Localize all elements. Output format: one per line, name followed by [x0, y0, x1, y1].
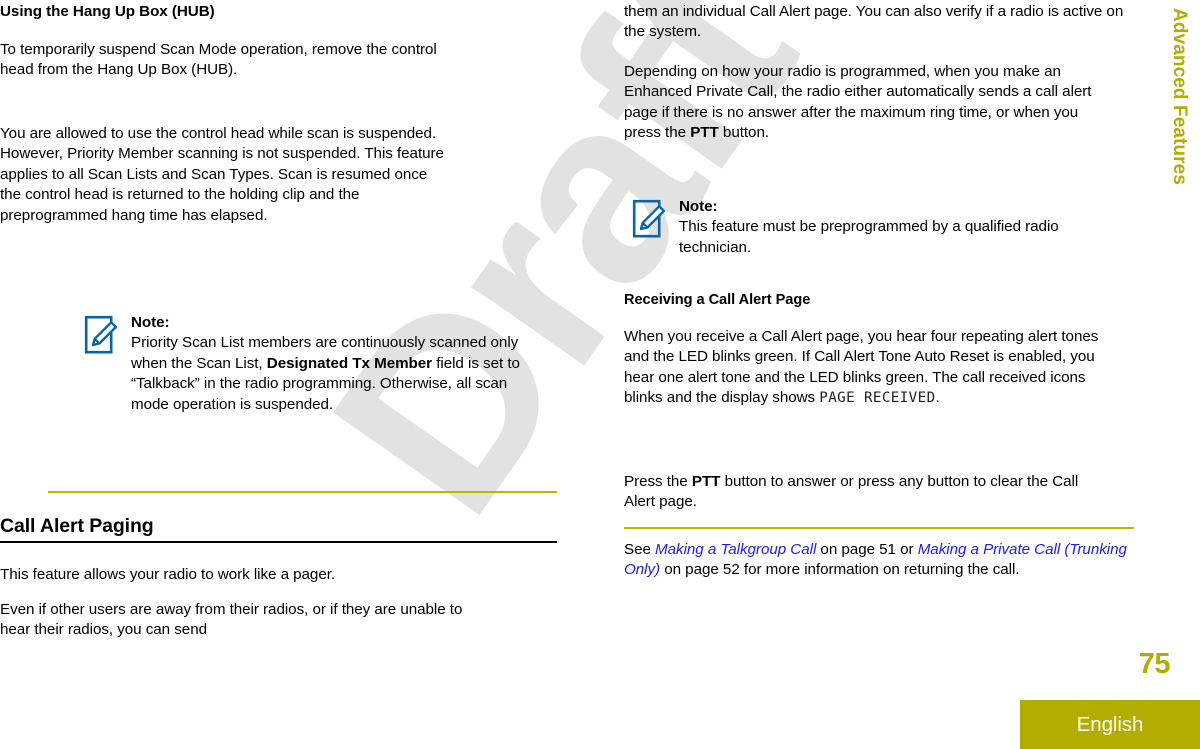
left-section-paragraph-1: This feature allows your radio to work l…: [0, 566, 336, 583]
right-paragraph-3: When you receive a Call Alert page, you …: [624, 327, 1124, 409]
note-text-left-bold: Designated Tx Member: [266, 354, 433, 372]
page-number: 75: [1138, 648, 1171, 680]
right-paragraph-continued: them an individual Call Alert page. You …: [624, 3, 1124, 41]
note-box-left: Note: Priority Scan List members are con…: [84, 313, 534, 415]
page-footer: 75 English: [0, 629, 1200, 749]
right-paragraph-4: Press the PTT button to answer or press …: [624, 472, 1094, 513]
side-tab-advanced-features: Advanced Features: [1160, 0, 1200, 280]
call-alert-paging-underline: [0, 541, 557, 544]
xref-making-a-talkgroup-call[interactable]: Making a Talkgroup Call: [655, 541, 816, 558]
see-also-mid-1: on page 51 or: [816, 541, 918, 558]
olive-divider-right: [624, 527, 1134, 529]
see-also-prefix: See: [624, 541, 656, 558]
right-paragraph-2-part2: button.: [718, 124, 770, 142]
left-paragraph-1: To temporarily suspend Scan Mode operati…: [0, 41, 437, 79]
note-pencil-icon: [632, 199, 666, 239]
language-bar: English: [1020, 700, 1200, 749]
note-text-right: This feature must be preprogrammed by a …: [679, 218, 1059, 256]
language-label: English: [1076, 713, 1144, 736]
side-tab-label: Advanced Features: [1169, 8, 1190, 185]
olive-divider-left: [48, 491, 557, 493]
left-paragraph-2: You are allowed to use the control head …: [0, 125, 444, 224]
ptt-bold-2: PTT: [691, 473, 721, 490]
call-alert-paging-heading-block: Call Alert Paging: [0, 515, 560, 544]
call-alert-paging-title: Call Alert Paging: [0, 515, 154, 537]
display-text-page-received: PAGE RECEIVED: [819, 390, 936, 407]
receiving-call-alert-page-heading: Receiving a Call Alert Page: [624, 292, 811, 308]
note-label-left: Note:: [131, 314, 170, 331]
note-body-right: Note: This feature must be preprogrammed…: [679, 197, 1072, 258]
note-label-right: Note:: [679, 198, 718, 215]
right-paragraph-2: Depending on how your radio is programme…: [624, 62, 1116, 144]
see-also-mid-2: on page 52 for more information on retur…: [660, 561, 1020, 579]
see-also-paragraph: See Making a Talkgroup Call on page 51 o…: [624, 540, 1134, 581]
right-paragraph-3-part2: .: [935, 389, 940, 407]
ptt-bold-1: PTT: [690, 124, 719, 142]
left-section-heading: Using the Hang Up Box (HUB): [0, 3, 215, 20]
note-pencil-icon: [84, 315, 118, 355]
note-body-left: Note: Priority Scan List members are con…: [131, 313, 534, 415]
note-box-right: Note: This feature must be preprogrammed…: [632, 197, 1072, 258]
right-paragraph-4-part1: Press the: [624, 473, 692, 490]
